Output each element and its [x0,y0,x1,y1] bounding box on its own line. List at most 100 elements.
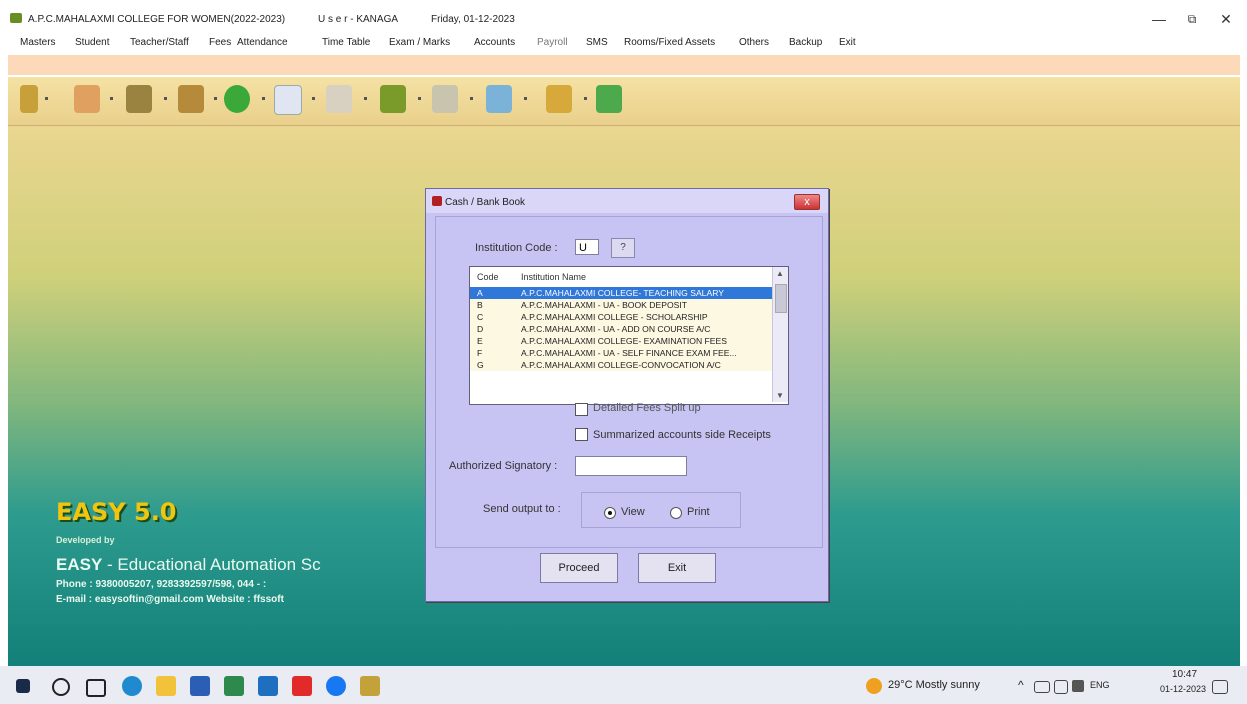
dropdown-arrow-icon[interactable] [45,97,48,100]
list-item[interactable]: B A.P.C.MAHALAXMI - UA - BOOK DEPOSIT [470,299,772,311]
menu-payroll[interactable]: Payroll [537,37,568,48]
exit-button[interactable]: Exit [638,553,716,583]
menu-time-table[interactable]: Time Table [322,37,370,48]
list-item[interactable]: G A.P.C.MAHALAXMI COLLEGE-CONVOCATION A/C [470,359,772,371]
dropdown-arrow-icon[interactable] [214,97,217,100]
institution-code-label: Institution Code : [475,242,558,254]
proceed-button[interactable]: Proceed [540,553,618,583]
menu-sms[interactable]: SMS [586,37,608,48]
dropdown-arrow-icon[interactable] [584,97,587,100]
dialog-close-button[interactable]: x [794,194,820,210]
easy-app-icon[interactable] [360,676,380,696]
list-item[interactable]: F A.P.C.MAHALAXMI - UA - SELF FINANCE EXA… [470,347,772,359]
settings-gears-icon[interactable] [546,85,572,113]
dialog-titlebar: Cash / Bank Book x [426,189,828,213]
list-header: Code Institution Name [470,267,772,285]
dropdown-arrow-icon[interactable] [164,97,167,100]
dropdown-arrow-icon[interactable] [418,97,421,100]
list-scrollbar[interactable]: ▲ ▼ [772,267,788,402]
notification-icon[interactable] [1212,680,1228,694]
menu-rooms-fixed-assets[interactable]: Rooms/Fixed Assets [624,37,715,48]
mail-icon[interactable] [258,676,278,696]
word-icon[interactable] [190,676,210,696]
dropdown-arrow-icon[interactable] [312,97,315,100]
list-item[interactable]: A A.P.C.MAHALAXMI COLLEGE- TEACHING SALAR… [470,287,772,299]
signatory-input[interactable] [575,456,687,476]
brand-name-bold: EASY [56,555,103,574]
language-indicator[interactable]: ENG [1090,680,1110,690]
minimize-button[interactable]: — [1147,10,1171,28]
row-name: A.P.C.MAHALAXMI - UA - BOOK DEPOSIT [521,300,688,310]
lookup-button[interactable]: ? [611,238,635,258]
scroll-down-icon[interactable]: ▼ [776,391,784,400]
volume-icon[interactable] [1072,680,1084,692]
clock-time[interactable]: 10:47 [1172,669,1197,680]
clock-date[interactable]: 01-12-2023 [1160,684,1206,694]
scroll-thumb[interactable] [775,284,787,313]
close-button[interactable]: ✕ [1214,10,1238,28]
dropdown-arrow-icon[interactable] [470,97,473,100]
dropdown-arrow-icon[interactable] [524,97,527,100]
list-item[interactable]: E A.P.C.MAHALAXMI COLLEGE- EXAMINATION FE… [470,335,772,347]
menu-student[interactable]: Student [75,37,109,48]
chevron-up-icon[interactable]: ^ [1018,678,1024,692]
summarized-checkbox[interactable] [575,428,588,441]
weather-text[interactable]: 29°C Mostly sunny [888,679,980,691]
menu-exit[interactable]: Exit [839,37,856,48]
menu-attendance[interactable]: Attendance [237,37,288,48]
menu-masters[interactable]: Masters [20,37,56,48]
institution-code-input[interactable]: U [575,239,599,255]
coins-icon[interactable] [178,85,204,113]
dropdown-arrow-icon[interactable] [110,97,113,100]
windows-start-icon[interactable] [16,679,30,693]
restore-button[interactable]: ⧉ [1180,10,1204,28]
exit-door-icon[interactable] [596,85,622,113]
edge-icon[interactable] [122,676,142,696]
menu-fees[interactable]: Fees [209,37,231,48]
view-radio[interactable] [604,507,616,519]
dropdown-arrow-icon[interactable] [364,97,367,100]
row-code: E [477,336,483,346]
excel-icon[interactable] [224,676,244,696]
scroll-up-icon[interactable]: ▲ [776,269,784,278]
network-icon[interactable] [1034,681,1050,693]
menu-accounts[interactable]: Accounts [474,37,515,48]
user-label: U s e r - KANAGA [318,14,399,25]
toolbar [8,77,1240,126]
file-explorer-icon[interactable] [156,676,176,696]
row-name: A.P.C.MAHALAXMI - UA - SELF FINANCE EXAM… [521,348,737,358]
clock-icon[interactable] [224,85,250,113]
youtube-icon[interactable] [292,676,312,696]
detailed-fees-label: Detailed Fees Split up [593,402,701,414]
list-item[interactable]: D A.P.C.MAHALAXMI - UA - ADD ON COURSE A/… [470,323,772,335]
row-name: A.P.C.MAHALAXMI COLLEGE- EXAMINATION FEE… [521,336,727,346]
date-label: Friday, 01-12-2023 [431,14,515,25]
facebook-icon[interactable] [326,676,346,696]
menu-teacher-staff[interactable]: Teacher/Staff [130,37,189,48]
payroll-icon[interactable] [432,85,458,113]
list-item[interactable]: C A.P.C.MAHALAXMI COLLEGE - SCHOLARSHIP [470,311,772,323]
print-radio[interactable] [670,507,682,519]
dropdown-arrow-icon[interactable] [262,97,265,100]
institution-list[interactable]: Code Institution Name A A.P.C.MAHALAXMI C… [469,266,789,405]
task-view-icon[interactable] [86,679,106,697]
battery-icon[interactable] [1054,680,1068,694]
send-output-label: Send output to : [483,503,561,515]
search-icon[interactable] [52,678,70,696]
calendar-icon[interactable] [274,85,302,115]
menu-others[interactable]: Others [739,37,769,48]
books-icon[interactable] [380,85,406,113]
row-code: D [477,324,484,334]
row-code: A [477,288,483,298]
menu-backup[interactable]: Backup [789,37,822,48]
sms-icon[interactable] [486,85,512,113]
exam-pencil-icon[interactable] [326,85,352,113]
staff-icon[interactable] [126,85,152,113]
students-icon[interactable] [74,85,100,113]
detailed-fees-checkbox[interactable] [575,403,588,416]
gift-icon[interactable] [20,85,38,113]
menu-exam-marks[interactable]: Exam / Marks [389,37,450,48]
weather-icon[interactable] [866,678,882,694]
signatory-label: Authorized Signatory : [449,460,558,472]
taskbar: 29°C Mostly sunny ^ ENG 10:47 01-12-2023 [0,666,1247,704]
